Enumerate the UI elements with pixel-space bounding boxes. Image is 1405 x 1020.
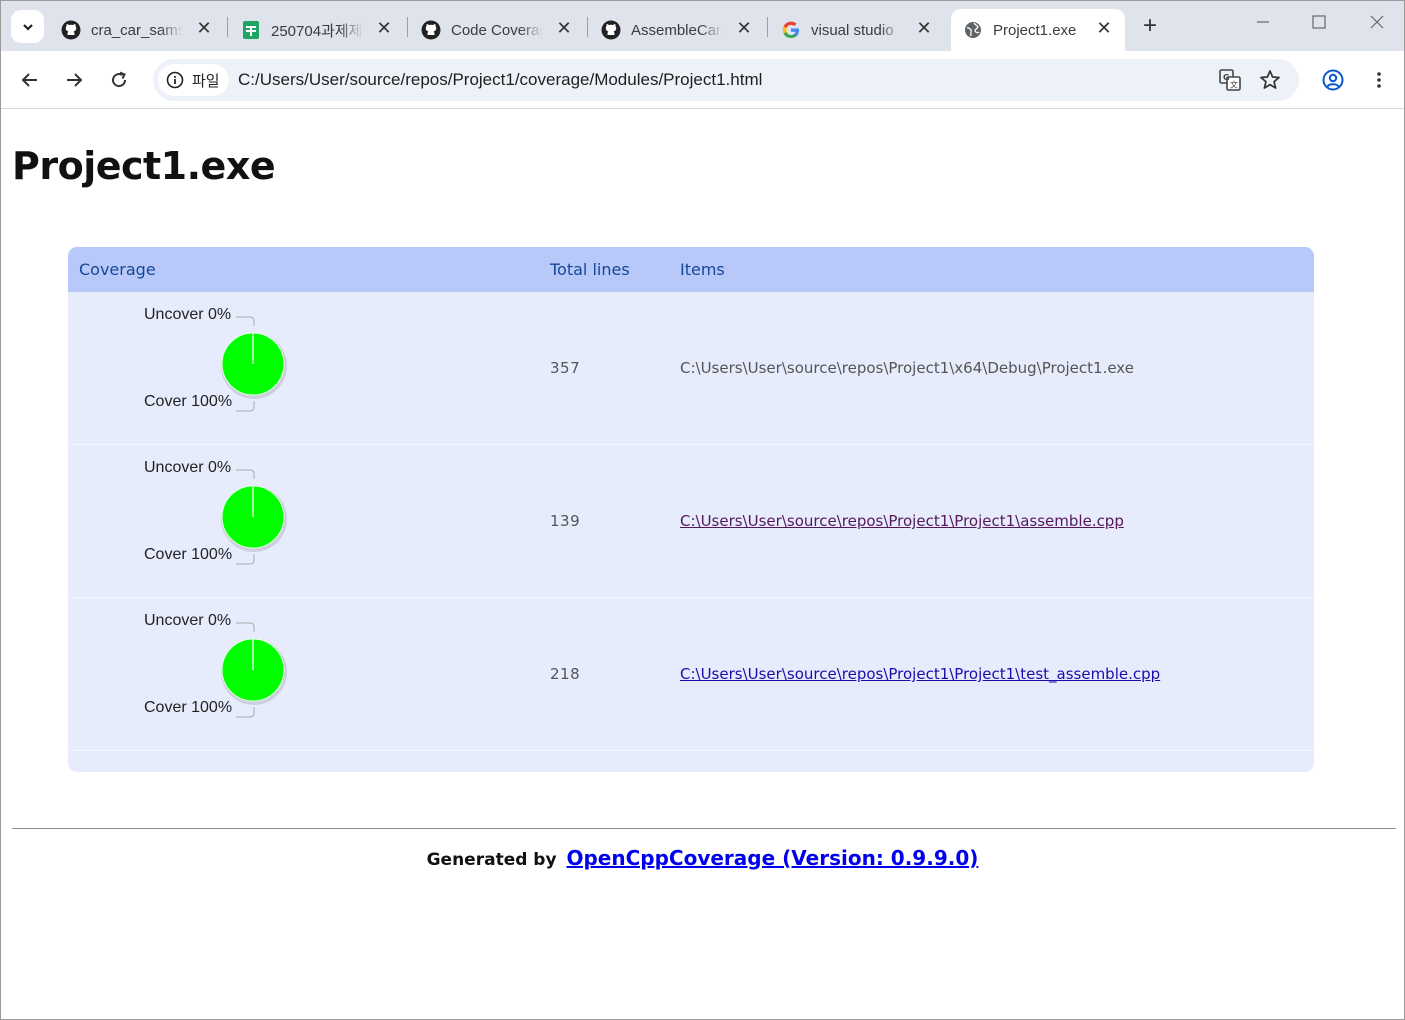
reload-button[interactable] [107,68,131,92]
tab-title: Project1.exe [993,21,1077,39]
chip-label: 파일 [192,72,220,90]
reload-icon [112,71,127,88]
tab-title: visual studio [811,21,894,39]
tab-visual-studio[interactable]: visual studio ✕ [769,9,945,51]
close-icon[interactable]: ✕ [735,19,753,37]
pie-svg [221,622,287,718]
page-title: Project1.exe [12,144,276,188]
github-icon [421,20,441,40]
arrow-left-icon [21,73,37,87]
footer-divider [12,828,1396,829]
tab-title: 250704과제제 [271,22,363,40]
close-icon[interactable]: ✕ [555,19,573,37]
menu-button[interactable] [1367,68,1391,92]
coverage-table: Coverage Total lines Items Uncover 0% Co… [68,247,1314,772]
new-tab-button[interactable]: + [1139,14,1161,38]
header-total-lines: Total lines [550,260,630,279]
pie-svg [221,469,287,565]
github-icon [601,20,621,40]
tab-separator [587,17,588,37]
header-items: Items [680,260,725,279]
bookmark-star-icon[interactable] [1259,69,1281,91]
close-icon[interactable]: ✕ [375,19,393,37]
google-sheets-icon [241,20,261,40]
header-coverage: Coverage [79,260,156,279]
arrow-right-icon [67,73,83,87]
tab-project1[interactable]: Project1.exe ✕ [951,9,1125,51]
browser-toolbar: 파일 C:/Users/User/source/repos/Project1/c… [1,51,1404,109]
item-link[interactable]: C:\Users\User\source\repos\Project1\Proj… [680,512,1124,530]
coverage-pie-chart: Uncover 0% Cover 100% [140,612,300,724]
generated-by-label: Generated by [426,850,557,870]
tab-title: cra_car_samsu [91,21,183,39]
close-icon[interactable]: ✕ [1095,19,1113,37]
total-lines-value: 218 [550,665,581,683]
item-link[interactable]: C:\Users\User\source\repos\Project1\Proj… [680,665,1160,683]
info-icon [166,71,184,89]
site-info-chip[interactable]: 파일 [158,64,229,96]
coverage-pie-chart: Uncover 0% Cover 100% [140,306,300,418]
account-icon [1322,69,1344,91]
table-header: Coverage Total lines Items [68,247,1314,292]
more-vert-icon [1377,72,1381,88]
total-lines-value: 139 [550,512,581,530]
google-icon [781,20,801,40]
tab-assemble-car[interactable]: AssembleCar/ ✕ [589,9,765,51]
tab-sheet[interactable]: 250704과제제 ✕ [229,9,405,51]
footer: Generated by OpenCppCoverage (Version: 0… [1,846,1404,870]
tab-strip: cra_car_samsu ✕ 250704과제제 ✕ Code Coverag… [1,1,1404,51]
coverage-pie-chart: Uncover 0% Cover 100% [140,459,300,571]
table-row: Uncover 0% Cover 100% 139 C:\Users\User\… [68,445,1314,598]
chevron-down-icon [22,23,33,31]
tab-title: AssembleCar/ [631,21,723,39]
window-close-icon[interactable] [1367,15,1387,37]
opencppcoverage-link[interactable]: OpenCppCoverage (Version: 0.9.9.0) [566,846,978,870]
table-row: Uncover 0% Cover 100% 218 C:\Users\User\… [68,598,1314,751]
minimize-icon[interactable] [1253,15,1273,37]
svg-text:G: G [1223,73,1230,82]
globe-icon [963,20,983,40]
table-row: Uncover 0% Cover 100% 357 C:\Users\User\… [68,292,1314,445]
translate-icon[interactable]: G文 [1219,69,1241,91]
url-text[interactable]: C:/Users/User/source/repos/Project1/cove… [238,70,762,90]
address-bar[interactable]: 파일 C:/Users/User/source/repos/Project1/c… [153,59,1299,101]
tab-separator [767,17,768,37]
tab-code-coverage[interactable]: Code Coverag ✕ [409,9,585,51]
profile-button[interactable] [1321,68,1345,92]
back-button[interactable] [18,68,42,92]
tab-separator [227,17,228,37]
close-icon[interactable]: ✕ [195,19,213,37]
github-icon [61,20,81,40]
svg-text:文: 文 [1230,80,1238,90]
tab-search-button[interactable] [11,10,44,43]
item-path: C:\Users\User\source\repos\Project1\x64\… [680,359,1134,377]
forward-button[interactable] [62,68,86,92]
maximize-icon[interactable] [1309,15,1329,37]
total-lines-value: 357 [550,359,581,377]
pie-svg [221,316,287,412]
close-icon[interactable]: ✕ [915,19,933,37]
tab-separator [407,17,408,37]
tab-cra-car[interactable]: cra_car_samsu ✕ [49,9,225,51]
tab-title: Code Coverag [451,21,543,39]
